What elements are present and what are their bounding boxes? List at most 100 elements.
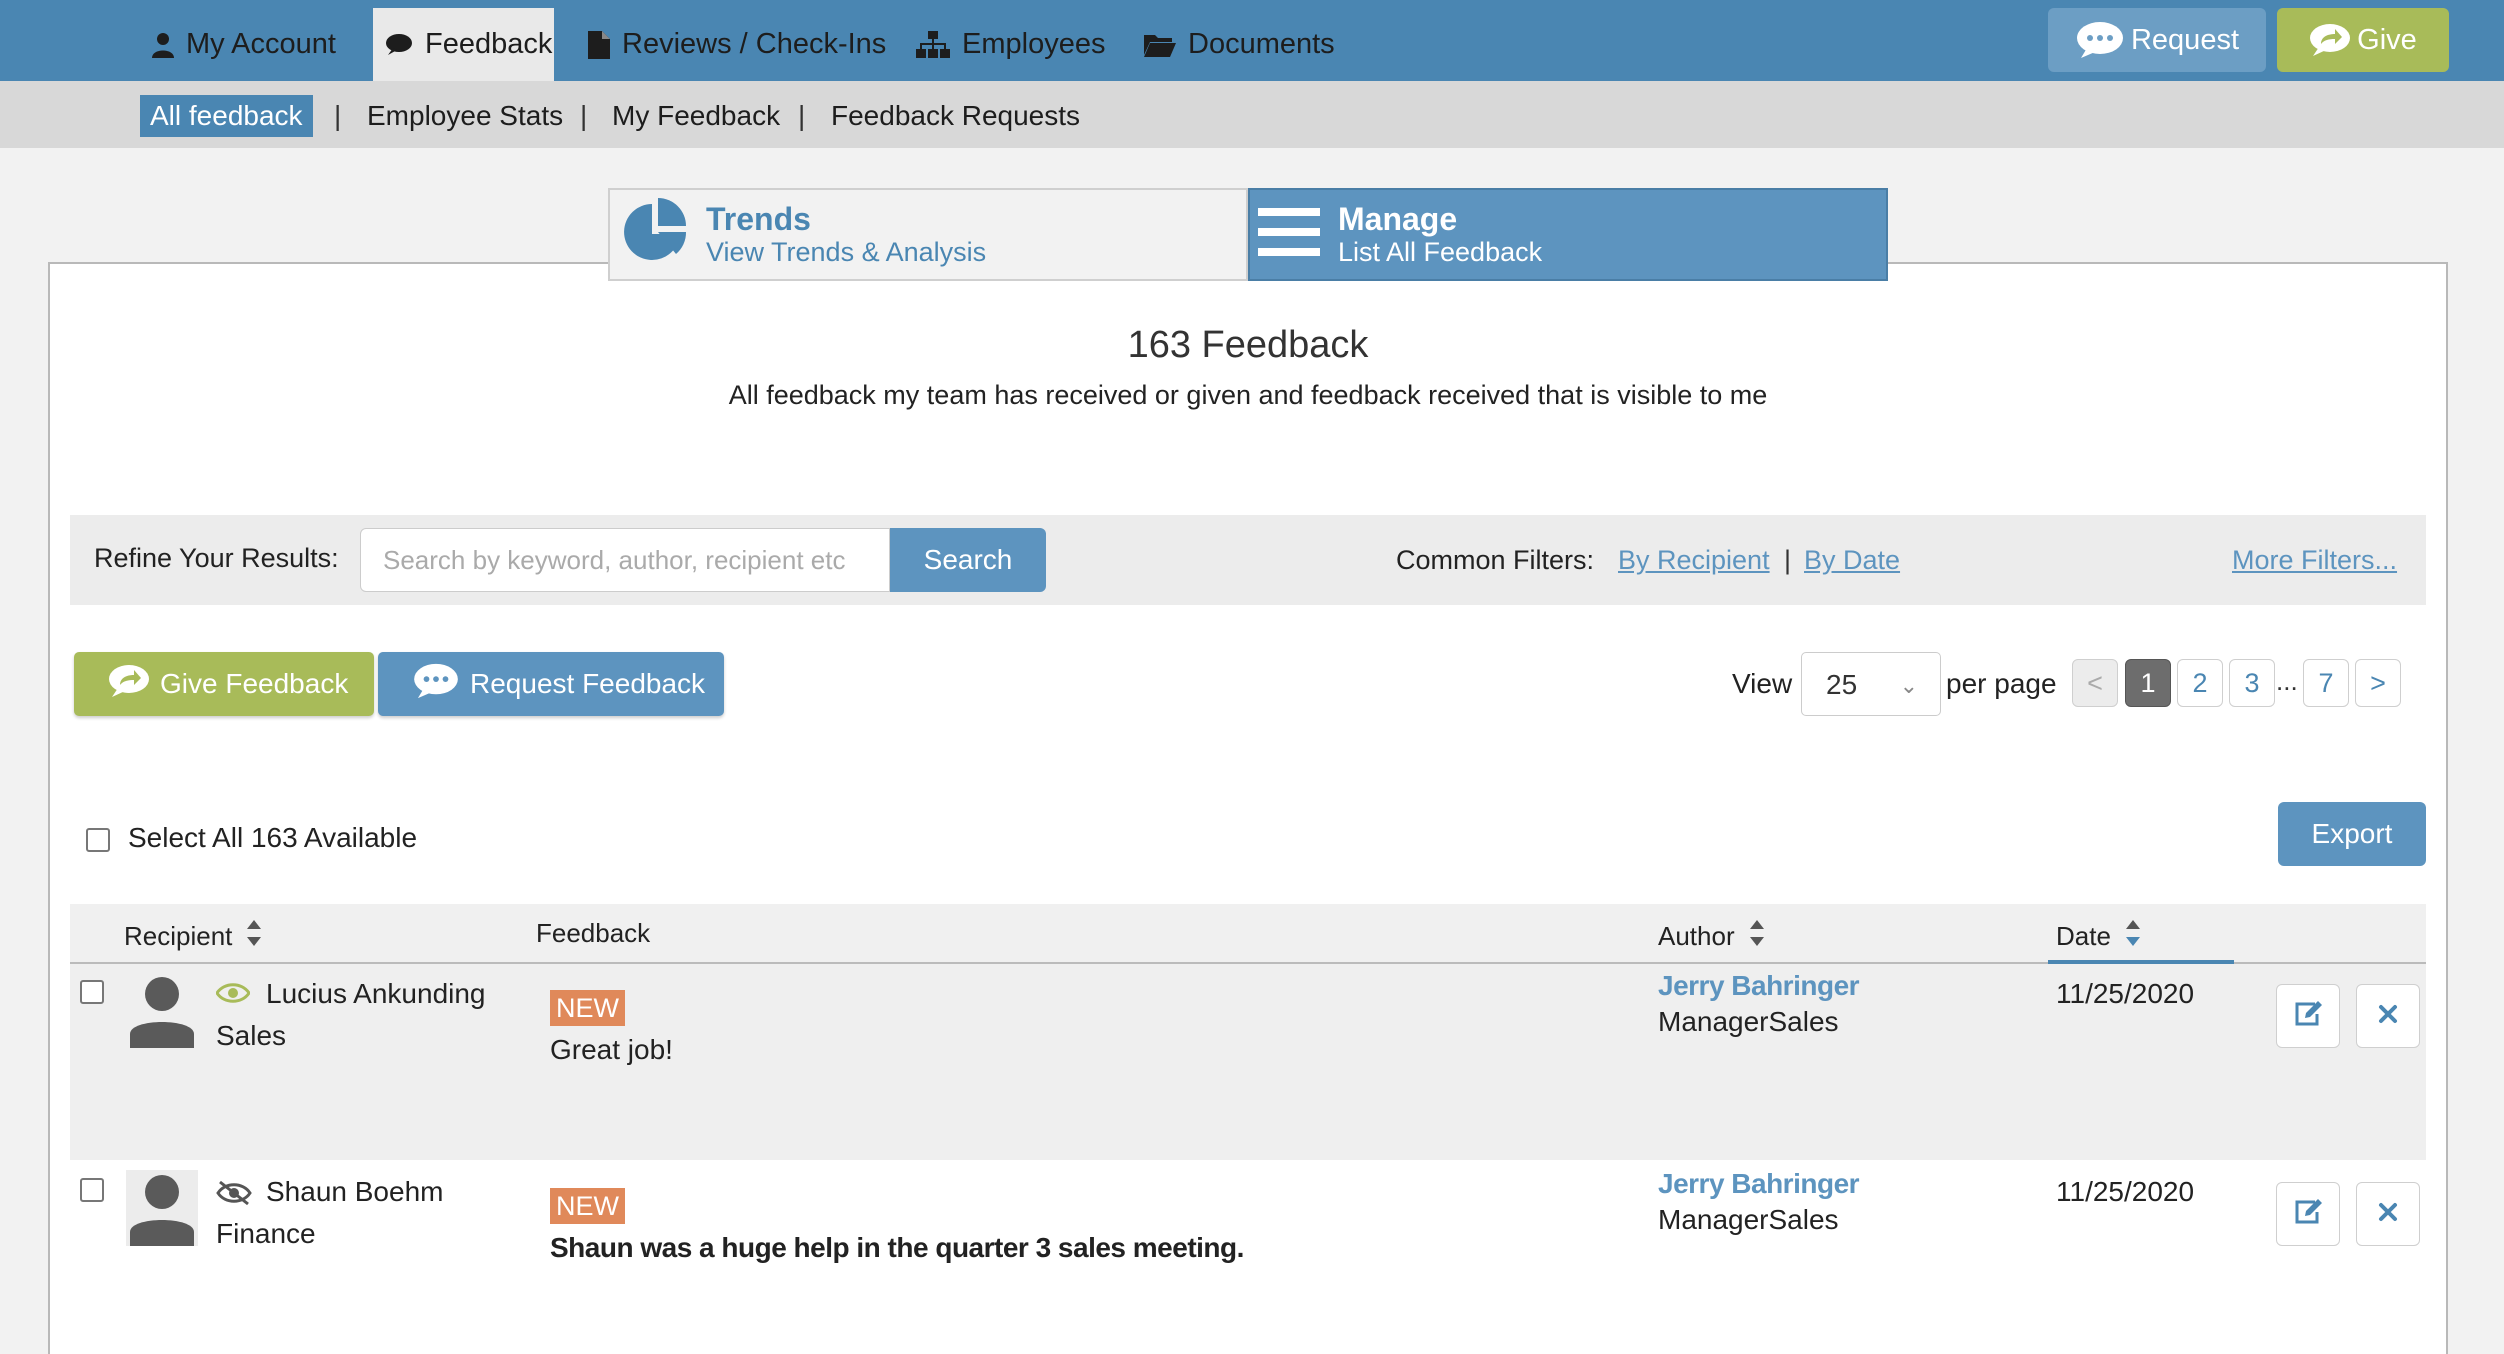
top-nav: My Account Feedback Reviews / Check-Ins … bbox=[0, 0, 2504, 81]
chevron-down-icon: ⌄ bbox=[1899, 673, 1918, 698]
per-page-select[interactable]: 25 ⌄ bbox=[1801, 652, 1941, 716]
close-icon bbox=[2378, 1202, 2398, 1227]
subnav-separator: | bbox=[580, 100, 588, 131]
tab-manage-title: Manage bbox=[1338, 200, 1458, 237]
folder-icon bbox=[1144, 33, 1176, 57]
speech-bubble-dots-icon bbox=[2075, 20, 2125, 60]
feedback-date: 11/25/2020 bbox=[2056, 978, 2195, 1009]
tab-trends[interactable]: Trends View Trends & Analysis bbox=[608, 188, 1248, 281]
filter-separator: | bbox=[1784, 545, 1792, 575]
give-feedback-button[interactable]: Give Feedback bbox=[74, 652, 374, 716]
filter-by-recipient-link[interactable]: By Recipient bbox=[1618, 545, 1770, 576]
org-chart-icon bbox=[916, 30, 950, 59]
pagination-next[interactable]: > bbox=[2355, 659, 2401, 707]
request-feedback-button[interactable]: Request Feedback bbox=[378, 652, 724, 716]
more-filters-link[interactable]: More Filters... bbox=[2232, 545, 2397, 576]
delete-button[interactable] bbox=[2356, 984, 2420, 1048]
refine-bar: Refine Your Results: Search Common Filte… bbox=[70, 515, 2426, 605]
feedback-text[interactable]: Great job! bbox=[550, 1034, 673, 1066]
export-button[interactable]: Export bbox=[2278, 802, 2426, 866]
request-feedback-label: Request Feedback bbox=[470, 668, 706, 699]
view-label: View bbox=[1732, 668, 1793, 699]
recipient-name: Shaun Boehm bbox=[266, 1176, 444, 1207]
nav-label: Reviews / Check-Ins bbox=[622, 28, 887, 60]
edit-icon bbox=[2293, 1198, 2323, 1231]
feedback-date: 11/25/2020 bbox=[2056, 1176, 2195, 1207]
edit-icon bbox=[2293, 1000, 2323, 1033]
col-date-label: Date bbox=[2056, 921, 2111, 951]
tab-manage[interactable]: Manage List All Feedback bbox=[1248, 188, 1888, 281]
subnav-feedback-requests[interactable]: Feedback Requests bbox=[831, 95, 1080, 137]
tab-trends-subtitle: View Trends & Analysis bbox=[706, 236, 987, 267]
recipient-department: Finance bbox=[216, 1218, 316, 1249]
author-link[interactable]: Jerry Bahringer bbox=[1658, 1168, 1860, 1200]
edit-button[interactable] bbox=[2276, 1182, 2340, 1246]
document-icon bbox=[588, 30, 610, 59]
pagination-prev[interactable]: < bbox=[2072, 659, 2118, 707]
subnav-my-feedback[interactable]: My Feedback bbox=[612, 95, 780, 137]
nav-feedback[interactable]: Feedback bbox=[373, 8, 554, 81]
col-recipient[interactable]: Recipient bbox=[124, 918, 262, 955]
subnav-employee-stats[interactable]: Employee Stats bbox=[367, 95, 563, 137]
pagination-ellipsis: ... bbox=[2276, 666, 2298, 696]
author-role: ManagerSales bbox=[1658, 1006, 1839, 1037]
page-subtitle: All feedback my team has received or giv… bbox=[728, 380, 1768, 410]
sort-icon bbox=[2125, 918, 2141, 955]
nav-label: Documents bbox=[1188, 28, 1335, 60]
nav-label: Feedback bbox=[425, 28, 553, 60]
col-date[interactable]: Date bbox=[2056, 918, 2141, 955]
eye-slash-icon bbox=[216, 1180, 252, 1211]
table-header: Recipient Feedback Author Date bbox=[70, 904, 2426, 964]
subnav-separator: | bbox=[334, 100, 342, 131]
col-author[interactable]: Author bbox=[1658, 918, 1765, 955]
nav-reviews[interactable]: Reviews / Check-Ins bbox=[576, 8, 898, 81]
filter-by-date-link[interactable]: By Date bbox=[1804, 545, 1900, 576]
give-feedback-label: Give Feedback bbox=[160, 668, 349, 699]
close-icon bbox=[2378, 1004, 2398, 1029]
nav-my-account[interactable]: My Account bbox=[140, 8, 348, 81]
top-request-label: Request bbox=[2130, 23, 2239, 56]
user-icon bbox=[152, 32, 174, 58]
nav-employees[interactable]: Employees bbox=[904, 8, 1117, 81]
new-badge: NEW bbox=[550, 990, 625, 1026]
tab-trends-title: Trends bbox=[706, 200, 811, 237]
avatar bbox=[126, 1170, 198, 1246]
tab-manage-subtitle: List All Feedback bbox=[1338, 236, 1543, 267]
author-role: ManagerSales bbox=[1658, 1204, 1839, 1235]
subnav-separator: | bbox=[798, 100, 806, 131]
edit-button[interactable] bbox=[2276, 984, 2340, 1048]
per-page-value: 25 bbox=[1826, 669, 1858, 700]
feedback-text[interactable]: Shaun was a huge help in the quarter 3 s… bbox=[550, 1232, 1244, 1264]
select-all-checkbox[interactable] bbox=[86, 828, 110, 852]
subnav-all-feedback[interactable]: All feedback bbox=[140, 95, 313, 137]
nav-documents[interactable]: Documents bbox=[1132, 8, 1347, 81]
col-recipient-label: Recipient bbox=[124, 921, 233, 951]
search-button[interactable]: Search bbox=[890, 528, 1046, 592]
speech-bubble-share-icon bbox=[108, 663, 150, 706]
pagination-page-2[interactable]: 2 bbox=[2177, 659, 2223, 707]
nav-label: Employees bbox=[962, 28, 1106, 60]
pagination-page-1[interactable]: 1 bbox=[2125, 659, 2171, 707]
col-feedback-label: Feedback bbox=[536, 918, 651, 948]
author-link[interactable]: Jerry Bahringer bbox=[1658, 970, 1860, 1002]
sub-nav: All feedback | Employee Stats | My Feedb… bbox=[0, 81, 2504, 148]
sort-icon bbox=[246, 918, 262, 955]
refine-label: Refine Your Results: bbox=[94, 543, 339, 573]
eye-icon bbox=[215, 982, 251, 1009]
speech-bubble-icon bbox=[385, 33, 413, 57]
list-icon bbox=[1258, 204, 1320, 265]
row-checkbox[interactable] bbox=[80, 1178, 104, 1202]
search-input[interactable] bbox=[360, 528, 890, 592]
pagination-page-last[interactable]: 7 bbox=[2303, 659, 2349, 707]
recipient-department: Sales bbox=[216, 1020, 287, 1051]
row-checkbox[interactable] bbox=[80, 980, 104, 1004]
pie-chart-icon bbox=[618, 196, 690, 273]
top-give-button[interactable]: Give bbox=[2277, 8, 2449, 72]
top-request-button[interactable]: Request bbox=[2048, 8, 2266, 72]
per-page-label: per page bbox=[1946, 668, 2057, 699]
table-row: Lucius Ankunding Sales NEW Great job! Je… bbox=[70, 964, 2426, 1160]
pagination-page-3[interactable]: 3 bbox=[2229, 659, 2275, 707]
new-badge: NEW bbox=[550, 1188, 625, 1224]
delete-button[interactable] bbox=[2356, 1182, 2420, 1246]
sort-icon bbox=[1749, 918, 1765, 955]
